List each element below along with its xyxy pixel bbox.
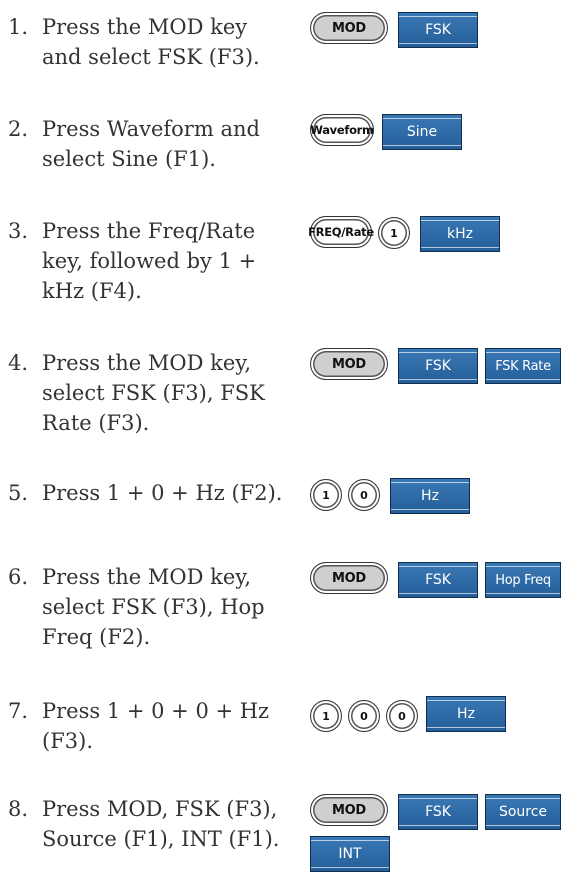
step-instruction: Press MOD, FSK (F3), Source (F1), INT (F… [42, 794, 302, 854]
number-key-1[interactable]: 1 [310, 479, 342, 511]
step-instruction: Press the MOD key, select FSK (F3), Hop … [42, 562, 302, 652]
mod-key-icon[interactable]: MOD [310, 348, 388, 380]
fsk-rate-softkey[interactable]: FSK Rate [485, 348, 561, 384]
hop-freq-softkey[interactable]: Hop Freq [485, 562, 561, 598]
instruction-line: Press the MOD key, [42, 565, 252, 589]
step-instruction: Press 1 + 0 + 0 + Hz (F3). [42, 696, 302, 756]
instruction-line: Freq (F2). [42, 625, 151, 649]
mod-key-icon[interactable]: MOD [310, 562, 388, 594]
step-instruction: Press the MOD key, select FSK (F3), FSK … [42, 348, 302, 438]
step-number: 1. [8, 15, 29, 39]
mod-key-icon[interactable]: MOD [310, 794, 388, 826]
step-instruction: Press the MOD key and select FSK (F3). [42, 12, 302, 72]
freq-rate-key-icon[interactable]: FREQ/Rate [308, 216, 374, 248]
number-key-1[interactable]: 1 [310, 700, 342, 732]
step-number: 6. [8, 565, 29, 589]
hz-softkey[interactable]: Hz [426, 696, 506, 732]
step-instruction: Press 1 + 0 + Hz (F2). [42, 478, 312, 508]
fsk-softkey[interactable]: FSK [398, 562, 478, 598]
step-number: 5. [8, 481, 29, 505]
instruction-line: Press 1 + 0 + 0 + Hz [42, 699, 270, 723]
instruction-line: and select FSK (F3). [42, 45, 260, 69]
number-key-1[interactable]: 1 [378, 217, 410, 249]
source-softkey[interactable]: Source [485, 794, 561, 830]
mod-key-icon[interactable]: MOD [310, 12, 388, 44]
sine-softkey[interactable]: Sine [382, 114, 462, 150]
instruction-line: Rate (F3). [42, 411, 150, 435]
step-number: 3. [8, 219, 29, 243]
fsk-softkey[interactable]: FSK [398, 348, 478, 384]
step-number: 7. [8, 699, 29, 723]
instruction-line: kHz (F4). [42, 279, 142, 303]
instruction-line: Source (F1), INT (F1). [42, 827, 280, 851]
fsk-softkey[interactable]: FSK [398, 12, 478, 48]
instruction-line: select Sine (F1). [42, 147, 216, 171]
instruction-line: key, followed by 1 + [42, 249, 257, 273]
instruction-line: select FSK (F3), FSK [42, 381, 265, 405]
int-softkey[interactable]: INT [310, 836, 390, 872]
number-key-0[interactable]: 0 [348, 479, 380, 511]
instruction-line: select FSK (F3), Hop [42, 595, 265, 619]
instruction-line: Press the MOD key [42, 15, 248, 39]
waveform-key-icon[interactable]: Waveform [310, 114, 374, 146]
hz-softkey[interactable]: Hz [390, 478, 470, 514]
step-number: 4. [8, 351, 29, 375]
khz-softkey[interactable]: kHz [420, 216, 500, 252]
instruction-line: Press the MOD key, [42, 351, 252, 375]
step-number: 8. [8, 797, 29, 821]
fsk-softkey[interactable]: FSK [398, 794, 478, 830]
number-key-0[interactable]: 0 [348, 700, 380, 732]
step-number: 2. [8, 117, 29, 141]
instruction-line: Press 1 + 0 + Hz (F2). [42, 481, 283, 505]
step-instruction: Press the Freq/Rate key, followed by 1 +… [42, 216, 302, 306]
step-instruction: Press Waveform and select Sine (F1). [42, 114, 302, 174]
number-key-0[interactable]: 0 [386, 700, 418, 732]
instruction-line: (F3). [42, 729, 93, 753]
instruction-line: Press MOD, FSK (F3), [42, 797, 278, 821]
instruction-line: Press the Freq/Rate [42, 219, 256, 243]
instruction-line: Press Waveform and [42, 117, 260, 141]
